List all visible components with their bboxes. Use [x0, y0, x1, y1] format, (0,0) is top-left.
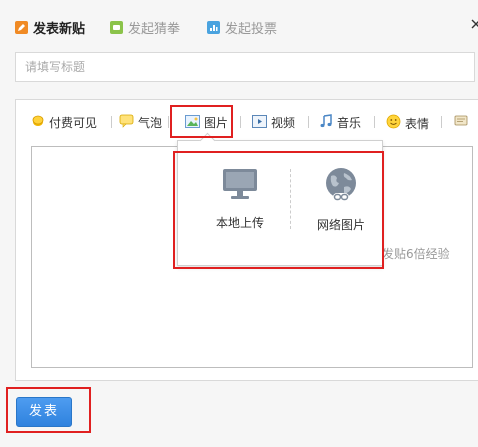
- tab-vote[interactable]: 发起投票: [207, 18, 277, 37]
- music-icon: [319, 114, 333, 131]
- monitor-icon: [221, 167, 259, 204]
- local-upload-option[interactable]: 本地上传: [200, 167, 280, 237]
- image-upload-dropdown: 本地上传 网络图片: [177, 132, 383, 266]
- web-image-label: 网络图片: [316, 218, 365, 232]
- post-editor-page: 发表新贴 发起猜拳 发起投票 付费可见: [0, 0, 478, 447]
- speech-bubble-icon: [119, 114, 134, 131]
- toolbar-divider: [168, 116, 169, 128]
- toolbar-divider: [441, 116, 442, 128]
- tab-guess-game[interactable]: 发起猜拳: [110, 18, 180, 37]
- toolbar-divider: [308, 116, 309, 128]
- dropdown-divider: [290, 169, 291, 229]
- image-icon: [185, 114, 200, 131]
- toolbar-video[interactable]: 视频: [252, 114, 295, 131]
- toolbar-image[interactable]: 图片: [185, 114, 228, 131]
- tab-new-post[interactable]: 发表新贴: [15, 18, 85, 37]
- submit-button[interactable]: 发表: [16, 397, 72, 427]
- toolbar-divider: [240, 116, 241, 128]
- pencil-icon: [15, 21, 28, 34]
- toolbar-image-label: 图片: [204, 116, 229, 130]
- coin-icon: [31, 114, 45, 131]
- toolbar-bubble[interactable]: 气泡: [119, 114, 162, 131]
- toolbar-bubble-label: 气泡: [138, 116, 163, 130]
- toolbar-more[interactable]: [453, 114, 469, 131]
- smiley-icon: [386, 114, 401, 132]
- web-image-option[interactable]: 网络图片: [301, 167, 381, 237]
- close-icon[interactable]: [470, 18, 478, 34]
- title-input[interactable]: [15, 52, 475, 82]
- globe-link-icon: [322, 167, 360, 206]
- editor-toolbar: 付费可见 气泡 图片 视频 音乐 表情: [16, 100, 478, 142]
- toolbar-music[interactable]: 音乐: [319, 114, 361, 131]
- toolbar-paid-view[interactable]: 付费可见: [31, 114, 97, 131]
- fist-icon: [110, 21, 123, 34]
- toolbar-paid-view-label: 付费可见: [49, 116, 98, 130]
- toolbar-emoji[interactable]: 表情: [386, 114, 429, 132]
- tab-vote-label: 发起投票: [225, 22, 278, 37]
- tab-new-post-label: 发表新贴: [33, 22, 86, 37]
- toolbar-video-label: 视频: [271, 116, 296, 130]
- tab-guess-game-label: 发起猜拳: [128, 22, 181, 37]
- toolbar-divider: [374, 116, 375, 128]
- scroll-icon: [453, 114, 469, 131]
- local-upload-label: 本地上传: [215, 216, 264, 230]
- toolbar-divider: [111, 116, 112, 128]
- post-type-tabs: 发表新贴 发起猜拳 发起投票: [0, 12, 478, 42]
- video-icon: [252, 114, 267, 131]
- bar-chart-icon: [207, 21, 220, 34]
- toolbar-music-label: 音乐: [337, 116, 362, 130]
- toolbar-emoji-label: 表情: [405, 116, 430, 131]
